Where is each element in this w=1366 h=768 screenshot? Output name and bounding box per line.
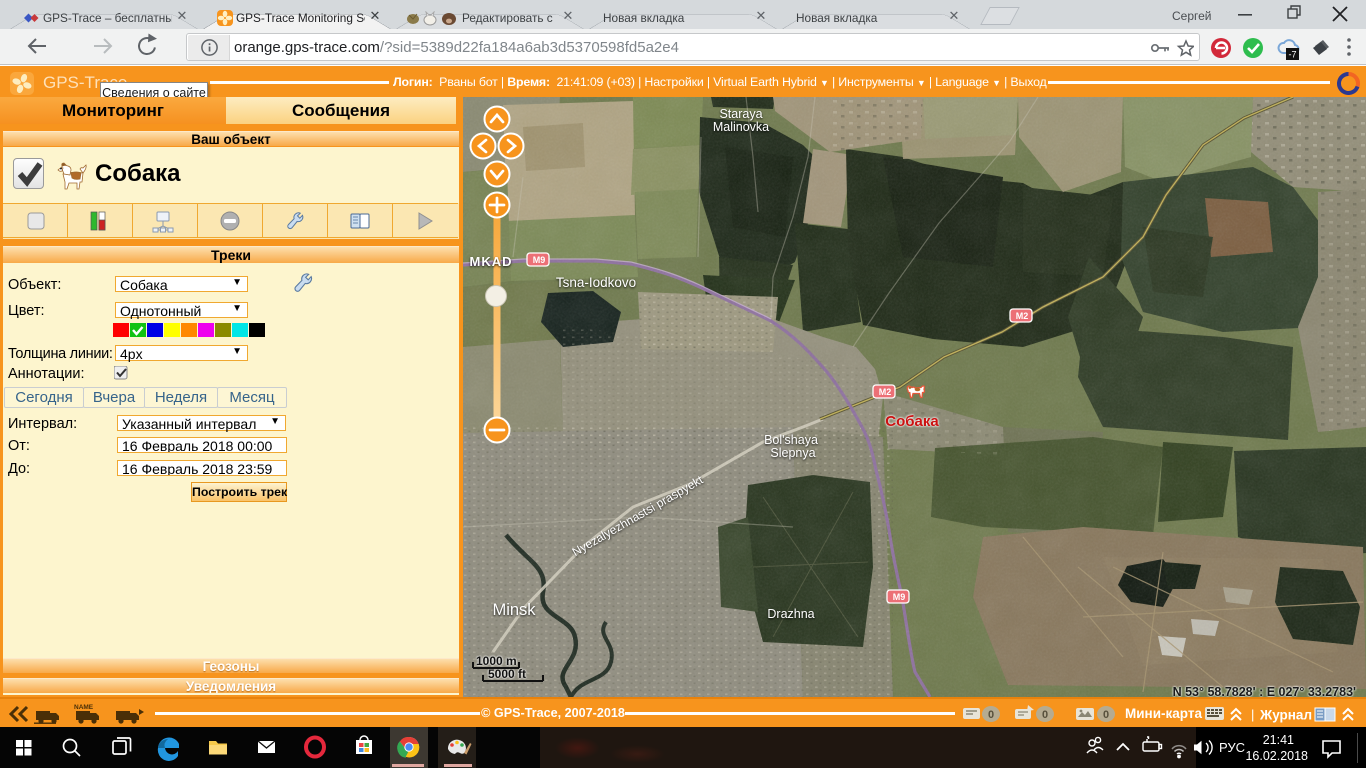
svg-text:Bol'shaya: Bol'shaya bbox=[764, 433, 818, 447]
svg-text:5000 ft: 5000 ft bbox=[488, 667, 526, 681]
svg-text:M2: M2 bbox=[1016, 311, 1029, 321]
svg-text:16.02.2018: 16.02.2018 bbox=[1245, 749, 1308, 763]
svg-text:MKAD: MKAD bbox=[470, 254, 513, 269]
svg-text:0: 0 bbox=[1042, 709, 1048, 721]
svg-text:Minsk: Minsk bbox=[492, 601, 536, 619]
svg-text:1000 m: 1000 m bbox=[476, 654, 517, 668]
svg-text:|: | bbox=[1251, 707, 1254, 722]
svg-text:Staraya: Staraya bbox=[719, 107, 762, 121]
svg-text:Журнал: Журнал bbox=[1259, 708, 1312, 723]
svg-text:M9: M9 bbox=[533, 255, 546, 265]
svg-text:Malinovka: Malinovka bbox=[713, 120, 769, 134]
svg-text:21:41: 21:41 bbox=[1263, 733, 1294, 747]
svg-text:M9: M9 bbox=[893, 592, 906, 602]
svg-text:Tsna-Iodkovo: Tsna-Iodkovo bbox=[556, 275, 636, 290]
svg-text:Slepnya: Slepnya bbox=[770, 446, 815, 460]
svg-text:РУС: РУС bbox=[1219, 740, 1245, 755]
svg-text:M2: M2 bbox=[879, 387, 892, 397]
svg-text:NAME: NAME bbox=[74, 704, 94, 711]
svg-text:0: 0 bbox=[1103, 709, 1109, 721]
svg-text:Собака: Собака bbox=[885, 413, 939, 430]
svg-text:N 53° 58.7828' : E 027° 33.278: N 53° 58.7828' : E 027° 33.2783' bbox=[1173, 685, 1356, 697]
svg-text:0: 0 bbox=[988, 709, 994, 721]
svg-text:-7: -7 bbox=[1288, 50, 1296, 60]
svg-text:Drazhna: Drazhna bbox=[767, 607, 814, 621]
